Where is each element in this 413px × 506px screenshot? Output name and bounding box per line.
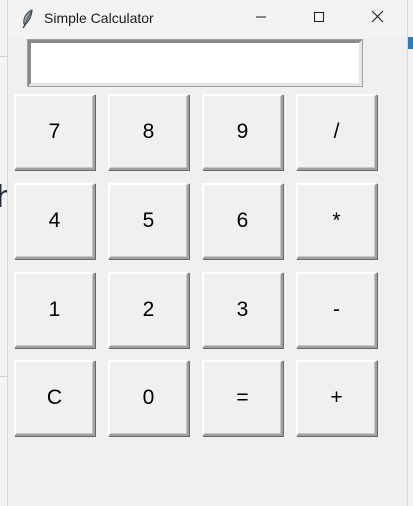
key-9[interactable]: 9 xyxy=(202,94,283,170)
maximize-icon xyxy=(313,10,325,28)
key-1[interactable]: 1 xyxy=(14,272,95,348)
key-clear[interactable]: C xyxy=(14,360,95,436)
key-multiply[interactable]: * xyxy=(296,183,377,259)
key-6[interactable]: 6 xyxy=(202,183,283,259)
background-app-right xyxy=(408,0,413,506)
key-0[interactable]: 0 xyxy=(108,360,189,436)
key-4[interactable]: 4 xyxy=(14,183,95,259)
background-accent xyxy=(408,37,413,49)
key-equals[interactable]: = xyxy=(202,360,283,436)
key-5[interactable]: 5 xyxy=(108,183,189,259)
maximize-button[interactable] xyxy=(290,0,348,38)
feather-icon xyxy=(20,9,36,29)
calculator-display-input[interactable] xyxy=(27,39,363,87)
key-3[interactable]: 3 xyxy=(202,272,283,348)
key-7[interactable]: 7 xyxy=(14,94,95,170)
minimize-icon xyxy=(255,10,267,28)
key-divide[interactable]: / xyxy=(296,94,377,170)
close-icon xyxy=(371,10,384,28)
title-bar[interactable]: Simple Calculator xyxy=(8,0,407,38)
key-2[interactable]: 2 xyxy=(108,272,189,348)
window-title: Simple Calculator xyxy=(44,10,154,26)
key-add[interactable]: + xyxy=(296,360,377,436)
minimize-button[interactable] xyxy=(232,0,290,38)
close-button[interactable] xyxy=(348,0,406,38)
key-8[interactable]: 8 xyxy=(108,94,189,170)
calculator-window: Simple Calculator 7 8 9 / 4 5 6 * 1 2 3 … xyxy=(7,0,408,506)
key-subtract[interactable]: - xyxy=(296,272,377,348)
